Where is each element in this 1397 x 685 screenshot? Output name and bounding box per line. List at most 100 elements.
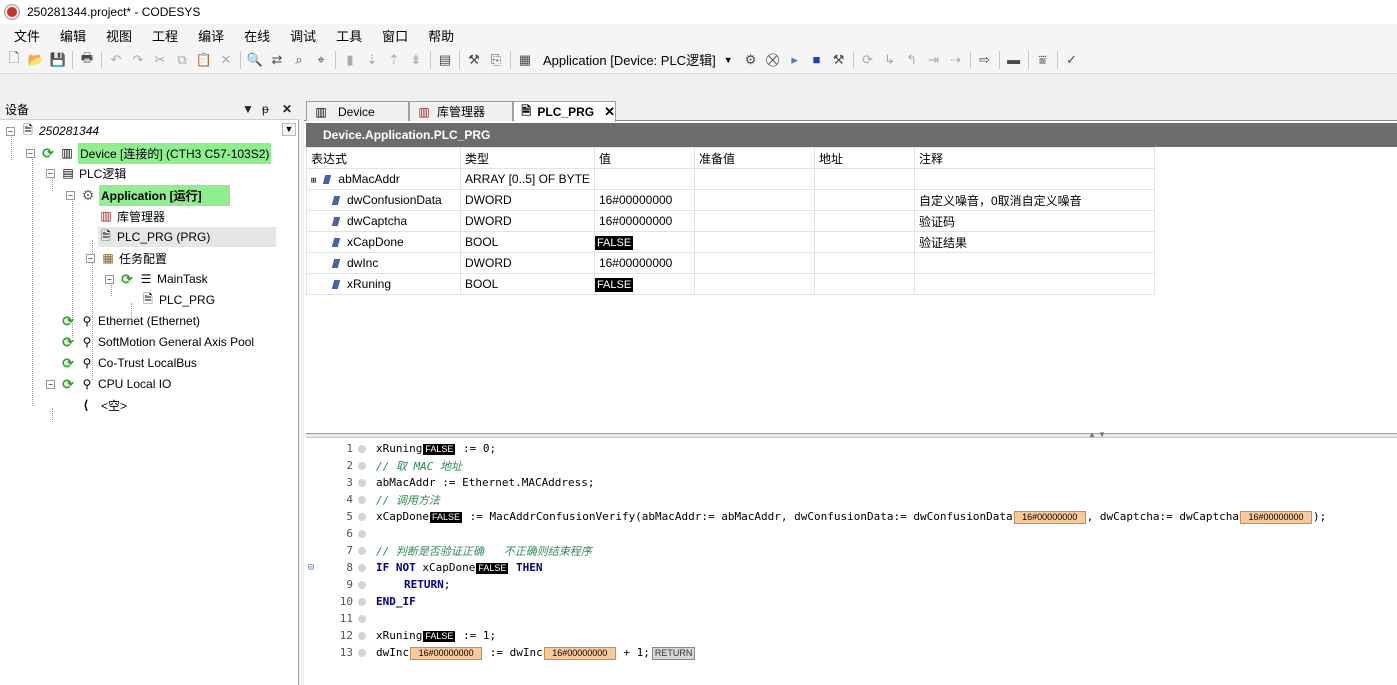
menu-online[interactable]: 在线 (234, 26, 280, 45)
undo-icon[interactable]: ↶ (105, 49, 127, 71)
variable-prepared-value[interactable] (693, 273, 815, 295)
tree-item-softmotion[interactable]: ⟳ ⚲ SoftMotion General Axis Pool (60, 332, 254, 352)
breakpoint-marker-icon[interactable] (358, 563, 366, 572)
table-row[interactable]: dwCaptcha DWORD 16#00000000 验证码 (306, 210, 1155, 232)
variable-prepared-value[interactable] (693, 210, 815, 232)
breakpoint-marker-icon[interactable] (358, 495, 366, 504)
breakpoint-marker-icon[interactable] (358, 546, 366, 555)
unforce-icon[interactable]: ✓ (1061, 49, 1083, 71)
variable-prepared-value[interactable] (693, 231, 815, 253)
table-row[interactable]: ⊞ abMacAddr ARRAY [0..5] OF BYTE (306, 168, 1155, 190)
show-next-statement-icon[interactable]: ⇨ (974, 49, 996, 71)
tree-item-task-config[interactable]: − ▦ 任务配置 (86, 248, 167, 268)
breakpoint-marker-icon[interactable] (358, 597, 366, 606)
menu-project[interactable]: 工程 (142, 26, 188, 45)
prev-bookmark-icon[interactable]: ⇡ (383, 49, 405, 71)
find-icon[interactable]: 🔍 (244, 49, 266, 71)
menu-view[interactable]: 视图 (96, 26, 142, 45)
variable-prepared-value[interactable] (693, 168, 815, 190)
close-icon[interactable]: ✕ (282, 102, 292, 116)
table-row[interactable]: dwInc DWORD 16#00000000 (306, 252, 1155, 274)
breakpoint-marker-icon[interactable] (358, 580, 366, 589)
application-selector[interactable]: Application [Device: PLC逻辑] ▼ (539, 49, 737, 71)
tree-item-plc-logic[interactable]: − ▤ PLC逻辑 (46, 163, 126, 183)
column-header-expression[interactable]: 表达式 (306, 147, 461, 169)
column-header-comment[interactable]: 注释 (913, 147, 1155, 169)
menu-window[interactable]: 窗口 (372, 26, 418, 45)
next-bookmark-icon[interactable]: ⇣ (361, 49, 383, 71)
tree-item-plc-prg[interactable]: 🗎 PLC_PRG (PRG) (98, 227, 276, 247)
tree-dropdown-chevron-icon[interactable]: ▼ (282, 123, 296, 136)
set-next-statement-icon[interactable]: ⇢ (945, 49, 967, 71)
tree-item-ethernet[interactable]: ⟳ ⚲ Ethernet (Ethernet) (60, 311, 200, 331)
build-icon[interactable]: ⚒ (463, 49, 485, 71)
breakpoint-marker-icon[interactable] (358, 512, 366, 521)
step-out-icon[interactable]: ↰ (901, 49, 923, 71)
menu-file[interactable]: 文件 (4, 26, 50, 45)
reset-icon[interactable]: ⚒ (828, 49, 850, 71)
column-header-value[interactable]: 值 (593, 147, 695, 169)
table-row[interactable]: xCapDone BOOL FALSE 验证结果 (306, 231, 1155, 253)
table-row[interactable]: xRuning BOOL FALSE (306, 273, 1155, 295)
collapse-icon[interactable]: − (86, 253, 95, 263)
messages-icon[interactable]: ▤ (434, 49, 456, 71)
redo-icon[interactable]: ↷ (127, 49, 149, 71)
clear-bookmarks-icon[interactable]: ⇟ (405, 49, 427, 71)
replace-in-project-icon[interactable]: ⌖ (310, 49, 332, 71)
start-icon[interactable]: ▸ (784, 49, 806, 71)
collapse-icon[interactable]: − (26, 148, 35, 158)
breakpoint-marker-icon[interactable] (358, 478, 366, 487)
collapse-icon[interactable]: − (66, 190, 75, 200)
delete-icon[interactable]: ✕ (215, 49, 237, 71)
breakpoint-marker-icon[interactable] (358, 461, 366, 470)
menu-debug[interactable]: 调试 (280, 26, 326, 45)
menu-build[interactable]: 编译 (188, 26, 234, 45)
breakpoint-marker-icon[interactable] (358, 529, 366, 538)
collapse-icon[interactable]: − (105, 274, 114, 284)
print-icon[interactable]: 🖶 (76, 49, 98, 71)
open-project-icon[interactable]: 📂 (25, 49, 47, 71)
tree-item-task-plc-prg[interactable]: 🗎 PLC_PRG (140, 290, 215, 310)
step-over-icon[interactable]: ⟳ (857, 49, 879, 71)
force-values-icon[interactable]: ⩸ (1032, 49, 1054, 71)
tab-plc-prg[interactable]: 🗎 PLC_PRG ✕ (513, 101, 616, 122)
panel-menu-chevron-icon[interactable]: ▼ (242, 102, 254, 116)
code-editor[interactable]: 1 xRuning FALSE := 0; 2 // 取 MAC 地址 3 abM… (306, 440, 1397, 685)
menu-tools[interactable]: 工具 (326, 26, 372, 45)
variable-prepared-value[interactable] (693, 252, 815, 274)
breakpoint-marker-icon[interactable] (358, 648, 366, 657)
table-row[interactable]: dwConfusionData DWORD 16#00000000 自定义噪音，… (306, 189, 1155, 211)
close-tab-icon[interactable]: ✕ (604, 104, 615, 120)
tree-item-device[interactable]: − ⟳ ▥ Device [连接的] (CTH3 C57-103S2) (26, 142, 272, 164)
cut-icon[interactable]: ✂ (149, 49, 171, 71)
tree-item-empty-slot[interactable]: ⟨ <空> (78, 395, 127, 415)
tree-item-maintask[interactable]: − ⟳ ☰ MainTask (105, 269, 208, 289)
new-project-icon[interactable]: 🗋 (3, 49, 25, 71)
tree-item-library-manager[interactable]: ▥ 库管理器 (98, 206, 165, 226)
stop-icon[interactable]: ■ (806, 49, 828, 71)
column-header-address[interactable]: 地址 (813, 147, 915, 169)
pane-splitter[interactable]: ▲ ▼ (306, 430, 1397, 439)
column-header-type[interactable]: 类型 (460, 147, 595, 169)
variable-prepared-value[interactable] (693, 189, 815, 211)
expand-icon[interactable]: ⊞ (311, 176, 316, 186)
splitter-arrows-icon[interactable]: ▲ ▼ (1088, 430, 1106, 439)
save-icon[interactable]: 💾 (47, 49, 69, 71)
pin-icon[interactable]: ᵽ (262, 102, 269, 116)
breakpoint-marker-icon[interactable] (358, 631, 366, 640)
tree-item-cpu-local-io[interactable]: − ⟳ ⚲ CPU Local IO (46, 374, 171, 394)
run-to-cursor-icon[interactable]: ⇥ (923, 49, 945, 71)
tree-item-application[interactable]: − ⚙ Application [运行] (66, 184, 230, 206)
calculator-icon[interactable]: ▦ (514, 49, 536, 71)
bookmark-icon[interactable]: ▮ (339, 49, 361, 71)
tab-library-manager[interactable]: ▥ 库管理器 (409, 101, 513, 121)
column-header-prepared-value[interactable]: 准备值 (693, 147, 815, 169)
collapse-icon[interactable]: − (46, 168, 55, 178)
paste-icon[interactable]: 📋 (193, 49, 215, 71)
find-in-project-icon[interactable]: ⌕ (288, 49, 310, 71)
menu-help[interactable]: 帮助 (418, 26, 464, 45)
tree-item-localbus[interactable]: ⟳ ⚲ Co-Trust LocalBus (60, 353, 197, 373)
copy-icon[interactable]: ⧉ (171, 49, 193, 71)
collapse-icon[interactable]: − (46, 379, 55, 389)
step-into-icon[interactable]: ↳ (879, 49, 901, 71)
